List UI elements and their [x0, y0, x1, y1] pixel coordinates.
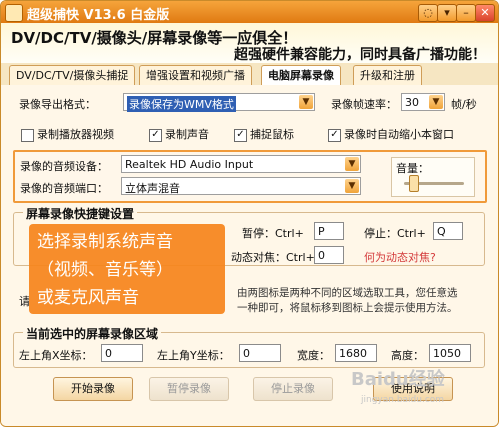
chevron-down-icon: ▼: [429, 95, 443, 109]
tab-screen-record[interactable]: 电脑屏幕录像: [261, 65, 341, 85]
hotkey-group-title: 屏幕录像快捷键设置: [23, 205, 138, 222]
format-label: 录像导出格式：: [19, 98, 96, 111]
dynamic-focus-value: 0: [318, 249, 325, 262]
dynamic-focus-label: 动态对焦：Ctrl+: [231, 251, 315, 264]
fps-unit: 帧/秒: [451, 98, 477, 111]
height-value: 1050: [433, 347, 461, 360]
checkbox-auto-minimize[interactable]: ✓ 录像时自动缩小本窗口: [328, 126, 454, 142]
region-group-title: 当前选中的屏幕录像区域: [23, 325, 162, 342]
checkbox-record-sound[interactable]: ✓ 录制声音: [149, 126, 209, 142]
audio-device-label: 录像的音频设备：: [20, 160, 108, 173]
stop-hotkey-label: 停止：Ctrl+: [364, 227, 426, 240]
width-label: 宽度：: [297, 349, 330, 362]
checkbox-box[interactable]: ✓: [328, 128, 341, 142]
format-value: 录像保存为WMV格式: [127, 96, 236, 112]
title-bar[interactable]: 超级捕快 V13.6 白金版 ◌ ▾ – ✕: [1, 1, 498, 23]
info-text-line-1: 由两图标是两种不同的区域选取工具，您任意选: [237, 287, 458, 299]
stop-record-button[interactable]: 停止录像: [253, 377, 333, 401]
stop-hotkey-input[interactable]: Q: [433, 222, 463, 240]
fps-label: 录像帧速率：: [331, 98, 397, 111]
checkbox-box[interactable]: ✓: [234, 128, 247, 142]
chevron-down-icon: ▼: [345, 179, 359, 193]
audio-device-value: Realtek HD Audio Input: [125, 158, 254, 171]
window-title: 超级捕快 V13.6 白金版: [27, 8, 170, 23]
tab-bar: DV/DC/TV/摄像头捕捉 增强设置和视频广播 电脑屏幕录像 升级和注册: [1, 63, 498, 86]
checkbox-capture-mouse[interactable]: ✓ 捕捉鼠标: [234, 126, 294, 142]
checkbox-label: 捕捉鼠标: [250, 128, 294, 141]
x-coord-label: 左上角X坐标：: [19, 349, 93, 362]
annotation-callout: 选择录制系统声音 （视频、音乐等） 或麦克风声音: [29, 224, 225, 314]
checkbox-record-player[interactable]: 录制播放器视频: [21, 126, 114, 142]
audio-port-label: 录像的音频端口：: [20, 182, 108, 195]
pause-hotkey-label: 暂停：Ctrl+: [242, 227, 304, 240]
start-record-button[interactable]: 开始录像: [53, 377, 133, 401]
checkbox-label: 录像时自动缩小本窗口: [344, 128, 454, 141]
x-coord-value: 0: [105, 347, 112, 360]
info-text-line-2: 一种即可，将鼠标移到图标上会提示使用方法。: [237, 302, 458, 314]
audio-device-select[interactable]: Realtek HD Audio Input ▼: [121, 155, 361, 173]
audio-port-value: 立体声混音: [125, 182, 180, 195]
annotation-line-1: 选择录制系统声音: [37, 232, 173, 252]
audio-port-select[interactable]: 立体声混音 ▼: [121, 177, 361, 195]
y-coord-input[interactable]: 0: [239, 344, 281, 362]
dynamic-focus-help-link[interactable]: 何为动态对焦?: [364, 249, 436, 265]
stop-hotkey-value: Q: [437, 225, 446, 238]
x-coord-input[interactable]: 0: [101, 344, 143, 362]
audio-settings-panel: 录像的音频设备： Realtek HD Audio Input ▼ 录像的音频端…: [13, 150, 487, 203]
pause-hotkey-value: P: [318, 225, 325, 238]
checkbox-label: 录制声音: [165, 128, 209, 141]
width-value: 1680: [339, 347, 367, 360]
chevron-down-icon: ▼: [299, 95, 313, 109]
chevron-down-icon: ▼: [345, 157, 359, 171]
volume-slider-thumb[interactable]: [409, 175, 419, 192]
app-logo-icon: [5, 4, 23, 22]
height-input[interactable]: 1050: [429, 344, 471, 362]
fps-value: 30: [405, 96, 419, 109]
volume-box: 音量：: [391, 157, 475, 197]
skin-button[interactable]: ◌: [418, 4, 438, 22]
promo-banner: DV/DC/TV/摄像头/屏幕录像等一应俱全！ 超强硬件兼容能力，同时具备广播功…: [1, 23, 498, 64]
annotation-line-2: （视频、音乐等）: [37, 260, 173, 280]
banner-line-2: 超强硬件兼容能力，同时具备广播功能！: [234, 47, 486, 63]
y-coord-label: 左上角Y坐标：: [157, 349, 230, 362]
format-select[interactable]: 录像保存为WMV格式 ▼: [123, 93, 315, 112]
volume-label: 音量：: [396, 162, 429, 175]
fps-select[interactable]: 30 ▼: [401, 93, 445, 111]
height-label: 高度：: [391, 349, 424, 362]
checkbox-box[interactable]: ✓: [149, 128, 162, 142]
tab-enhanced[interactable]: 增强设置和视频广播: [139, 65, 252, 85]
app-window: 超级捕快 V13.6 白金版 ◌ ▾ – ✕ DV/DC/TV/摄像头/屏幕录像…: [0, 0, 499, 427]
checkbox-box[interactable]: [21, 128, 34, 142]
width-input[interactable]: 1680: [335, 344, 377, 362]
watermark: Baidu经验: [351, 369, 445, 390]
tab-capture[interactable]: DV/DC/TV/摄像头捕捉: [9, 65, 136, 85]
y-coord-value: 0: [243, 347, 250, 360]
pause-hotkey-input[interactable]: P: [314, 222, 344, 240]
watermark-url: jingyan.baidu.com: [361, 395, 445, 405]
checkbox-label: 录制播放器视频: [37, 128, 114, 141]
close-button[interactable]: ✕: [475, 4, 495, 22]
minimize-button[interactable]: –: [456, 4, 476, 22]
annotation-line-3: 或麦克风声音: [37, 288, 139, 308]
menu-button[interactable]: ▾: [437, 4, 457, 22]
dynamic-focus-input[interactable]: 0: [314, 246, 344, 264]
pause-record-button[interactable]: 暂停录像: [149, 377, 229, 401]
tab-upgrade[interactable]: 升级和注册: [353, 65, 422, 85]
